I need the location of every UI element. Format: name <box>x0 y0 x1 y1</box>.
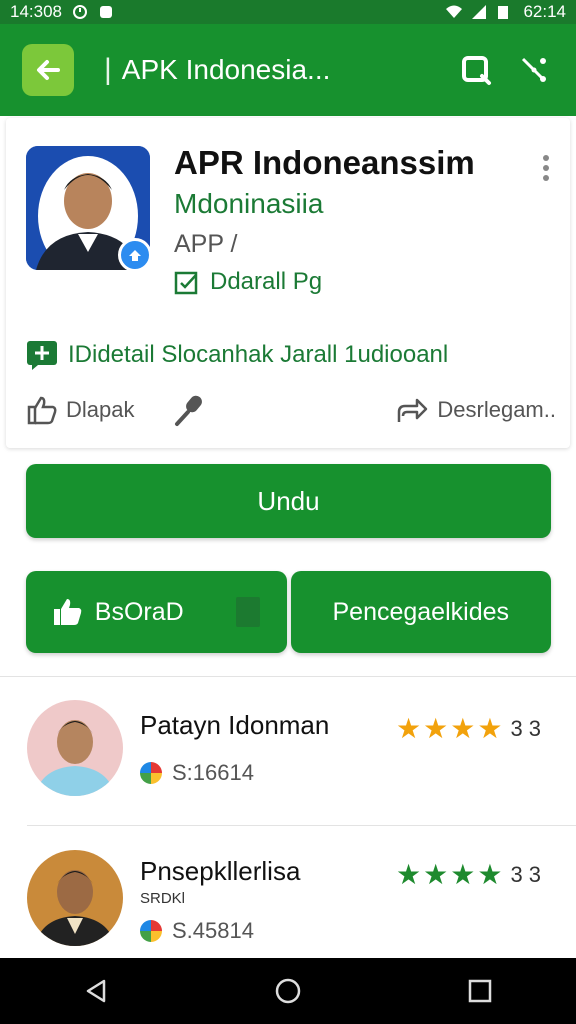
star-icon: ★ <box>396 859 422 890</box>
editor-label: Ddarall Pg <box>210 268 323 295</box>
like-action[interactable]: Dlapak <box>26 394 134 426</box>
app-bar-title: APK Indonesia... <box>121 54 331 85</box>
app-category: APP / <box>174 230 238 258</box>
nav-recents-icon <box>468 979 492 1003</box>
reviewer-name: Patayn Idonman <box>140 710 330 740</box>
search-button[interactable] <box>456 50 496 90</box>
developer-link[interactable]: Mdoninasiia <box>174 188 323 220</box>
star-icon: ★ <box>396 713 422 744</box>
star-icon: ★ <box>450 859 476 890</box>
detail-plus-icon <box>27 341 57 370</box>
star-icon: ★ <box>423 859 449 890</box>
google-icon <box>140 762 162 784</box>
google-icon <box>140 920 162 942</box>
star-icon: ★ <box>477 713 503 744</box>
more-vert-icon <box>543 155 549 181</box>
secondary-buttons: BsOraD Pencegaelkides <box>26 571 551 653</box>
star-icon: ★ <box>477 859 503 890</box>
verified-badge <box>118 238 152 272</box>
app-info-card: APR Indoneanssim Mdoninasiia APP / Ddara… <box>6 118 570 448</box>
review-item[interactable]: Patayn Idonman S:16614 ★ ★ ★ ★ 3 3 <box>0 692 576 822</box>
thumb-up-icon <box>27 396 57 425</box>
back-arrow-icon <box>37 60 60 80</box>
reviewer-name: Pnsepkllerlisa <box>140 856 301 886</box>
nav-home-button[interactable] <box>268 971 308 1011</box>
detail-text: IDidetail Slocanhak Jarall 1udiooanl <box>68 341 449 368</box>
notification-icon <box>98 4 114 20</box>
mic-icon <box>174 395 202 426</box>
system-nav-bar <box>0 958 576 1024</box>
share-action[interactable]: Desrlegam.. <box>395 394 556 426</box>
left-action-button[interactable]: BsOraD <box>26 571 287 653</box>
like-label: Dlapak <box>66 397 135 422</box>
status-bar: 14:308 62:14 <box>0 0 576 24</box>
action-row: Dlapak Desrlegam.. <box>26 390 556 430</box>
signal-icon <box>471 4 487 20</box>
share-arrow-icon <box>398 398 428 422</box>
app-name: APR Indoneanssim <box>174 144 475 181</box>
right-action-label: Pencegaelkides <box>332 597 509 626</box>
wifi-icon <box>445 4 463 20</box>
battery-text: 62:14 <box>523 2 566 21</box>
editor-badge: Ddarall Pg <box>174 268 322 296</box>
mic-action[interactable] <box>172 392 208 428</box>
left-action-label: BsOraD <box>94 597 184 626</box>
thumb-up-icon <box>53 599 82 625</box>
review-meta: S:16614 <box>140 760 254 786</box>
nav-back-icon <box>86 979 106 1003</box>
review-meta-text: S.45814 <box>172 918 254 943</box>
star-icon: ★ <box>450 713 476 744</box>
rating-value: 3 3 <box>510 861 542 887</box>
share-button[interactable] <box>514 50 554 90</box>
nav-recents-button[interactable] <box>460 971 500 1011</box>
install-button[interactable]: Undu <box>26 464 551 538</box>
star-rating: ★ ★ ★ ★ 3 3 <box>396 858 541 891</box>
editor-check-icon <box>174 271 198 295</box>
avatar <box>27 700 123 796</box>
more-options-button[interactable] <box>536 154 556 182</box>
alarm-icon <box>72 4 88 20</box>
star-rating: ★ ★ ★ ★ 3 3 <box>396 712 541 745</box>
share-label: Desrlegam.. <box>437 397 556 422</box>
detail-row[interactable]: IDidetail Slocanhak Jarall 1udiooanl <box>26 340 448 370</box>
star-icon: ★ <box>423 713 449 744</box>
app-bar: | APK Indonesia... <box>0 24 576 116</box>
rating-value: 3 3 <box>510 715 542 741</box>
back-button[interactable] <box>22 44 74 96</box>
verified-icon <box>129 250 141 261</box>
search-icon <box>462 56 491 85</box>
nav-back-button[interactable] <box>76 971 116 1011</box>
review-divider <box>27 825 576 826</box>
nav-home-icon <box>275 978 301 1004</box>
review-item[interactable]: Pnsepkllerlisa SRDKl S.45814 ★ ★ ★ ★ 3 3 <box>0 842 576 972</box>
left-action-marker <box>235 597 260 627</box>
review-meta-text: S:16614 <box>172 760 254 785</box>
share-icon <box>521 57 546 82</box>
right-action-button[interactable]: Pencegaelkides <box>290 571 551 653</box>
battery-icon <box>497 4 513 20</box>
reviewer-subtitle: SRDKl <box>140 890 186 907</box>
title-divider: | <box>104 53 112 86</box>
status-time: 14:308 <box>10 2 62 21</box>
section-divider <box>0 676 576 677</box>
review-meta: S.45814 <box>140 918 254 944</box>
avatar <box>27 850 123 946</box>
